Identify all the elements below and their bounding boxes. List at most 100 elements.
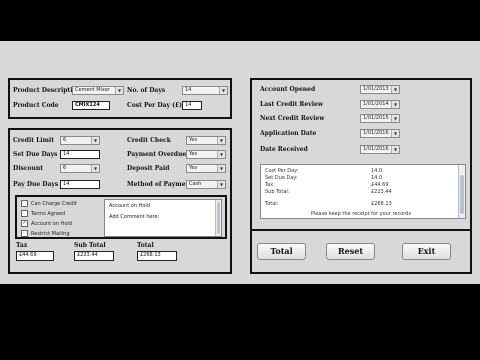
scrollbar-thumb[interactable] (217, 202, 220, 234)
account-opened-value: 1/01/2013 (363, 86, 389, 92)
chevron-down-icon: ▼ (391, 86, 399, 93)
tax-field[interactable]: £44.69 (16, 251, 54, 261)
tax-label: Tax (16, 242, 28, 249)
chevron-down-icon: ▼ (115, 87, 123, 94)
payment-method-select[interactable]: Cash ▼ (186, 180, 226, 189)
chevron-down-icon: ▼ (217, 181, 225, 188)
pay-due-days-field[interactable]: 14 (60, 180, 100, 189)
checkbox-box (21, 200, 28, 207)
chevron-down-icon: ▼ (391, 115, 399, 122)
set-due-days-label: Set Due Days (13, 151, 58, 158)
last-credit-review-select[interactable]: 1/01/2014 ▼ (360, 100, 400, 109)
receipt-value: £223.44 (371, 189, 392, 195)
set-due-days-value: 14 (63, 151, 70, 157)
account-on-hold-checkbox[interactable]: ✓ Account on Hold (21, 220, 72, 227)
last-credit-review-label: Last Credit Review (260, 101, 323, 108)
payment-method-label: Method of Payment (127, 181, 193, 188)
application-date-select[interactable]: 1/01/2016 ▼ (360, 129, 400, 138)
days-select[interactable]: 14 ▼ (182, 86, 228, 95)
chevron-down-icon: ▼ (217, 151, 225, 158)
subtotal-field[interactable]: £223.44 (74, 251, 114, 261)
account-opened-label: Account Opened (260, 86, 316, 93)
application-date-value: 1/01/2016 (363, 130, 389, 136)
options-group: Can Charge Credit Terms Agreed ✓ Account … (15, 195, 227, 239)
product-code-value: CMIX124 (75, 102, 100, 108)
receipt-scrollbar[interactable] (458, 165, 465, 218)
subtotal-value: £223.44 (77, 252, 98, 258)
credit-check-label: Credit Check (127, 137, 171, 144)
app-window: Product Description Cement Mixer ▼ No. o… (0, 41, 480, 284)
product-description-value: Cement Mixer (75, 87, 110, 93)
payment-method-value: Cash (189, 181, 202, 187)
payment-overdue-label: Payment Overdue (127, 151, 187, 158)
receipt-textarea[interactable]: Cost Per Day: 14.0 Set Due Day: 14.0 Tax: £… (260, 164, 466, 219)
subtotal-label: Sub Total (74, 242, 106, 249)
chevron-down-icon: ▼ (391, 130, 399, 137)
chevron-down-icon: ▼ (217, 165, 225, 172)
receipt-footer: Please keep the receipt for your records (310, 211, 412, 217)
chevron-down-icon: ▼ (91, 137, 99, 144)
total-button[interactable]: Total (257, 243, 306, 260)
receipt-key: Tax: (265, 182, 275, 188)
checkbox-box (21, 210, 28, 217)
cost-per-day-field[interactable]: 14 (182, 101, 202, 110)
can-charge-credit-label: Can Charge Credit (31, 201, 77, 207)
receipt-value: £268.13 (371, 201, 392, 207)
date-received-value: 1/01/2016 (363, 146, 389, 152)
set-due-days-field[interactable]: 14 (60, 150, 100, 159)
payment-overdue-value: Yes (189, 151, 198, 157)
receipt-value: 14.0 (371, 168, 383, 174)
chevron-down-icon: ▼ (217, 137, 225, 144)
credit-panel: Credit Limit 6 ▼ Set Due Days 14 Discount… (8, 128, 232, 274)
discount-value: 6 (63, 165, 67, 171)
terms-agreed-checkbox[interactable]: Terms Agreed (21, 210, 65, 217)
receipt-key: Cost Per Day: (265, 168, 299, 174)
credit-limit-label: Credit Limit (13, 137, 54, 144)
total-value: £268.13 (140, 252, 161, 258)
discount-select[interactable]: 6 ▼ (60, 164, 100, 173)
restrict-mailing-checkbox[interactable]: Restrict Mailing (21, 230, 70, 237)
receipt-value: 14.0 (371, 175, 383, 181)
pay-due-days-label: Pay Due Days (13, 181, 59, 188)
total-field[interactable]: £268.13 (137, 251, 177, 261)
account-opened-select[interactable]: 1/01/2013 ▼ (360, 85, 400, 94)
cost-per-day-label: Cost Per Day (£) (127, 102, 182, 109)
product-description-label: Product Description (13, 87, 81, 94)
comment-textarea[interactable]: Account on Hold Add Comment here: (104, 199, 222, 237)
discount-label: Discount (13, 165, 44, 172)
credit-check-value: Yes (189, 137, 198, 143)
product-code-field[interactable]: CMIX124 (72, 101, 110, 110)
check-icon: ✓ (21, 220, 28, 227)
restrict-mailing-label: Restrict Mailing (31, 231, 70, 237)
can-charge-credit-checkbox[interactable]: Can Charge Credit (21, 200, 77, 207)
cost-per-day-value: 14 (185, 102, 192, 108)
credit-limit-select[interactable]: 6 ▼ (60, 136, 100, 145)
next-credit-review-select[interactable]: 1/01/2015 ▼ (360, 114, 400, 123)
terms-agreed-label: Terms Agreed (31, 211, 66, 217)
pay-due-days-value: 14 (63, 181, 70, 187)
next-credit-review-value: 1/01/2015 (363, 115, 389, 121)
product-description-select[interactable]: Cement Mixer ▼ (72, 86, 124, 95)
date-received-select[interactable]: 1/01/2016 ▼ (360, 145, 400, 154)
credit-limit-value: 6 (63, 137, 67, 143)
reset-button[interactable]: Reset (326, 243, 375, 260)
deposit-paid-label: Deposit Paid (127, 165, 170, 172)
last-credit-review-value: 1/01/2014 (363, 101, 389, 107)
days-label: No. of Days (127, 87, 166, 94)
tax-value: £44.69 (19, 252, 37, 258)
application-date-label: Application Date (260, 130, 317, 137)
total-label: Total (137, 242, 154, 249)
payment-overdue-select[interactable]: Yes ▼ (186, 150, 226, 159)
scrollbar-thumb[interactable] (460, 175, 464, 214)
exit-button[interactable]: Exit (402, 243, 451, 260)
buttons-panel: Total Reset Exit (250, 229, 472, 274)
checkbox-box (21, 230, 28, 237)
days-value: 14 (185, 87, 192, 93)
credit-check-select[interactable]: Yes ▼ (186, 136, 226, 145)
date-received-label: Date Received (260, 146, 308, 153)
receipt-key: Total: (265, 201, 279, 207)
deposit-paid-value: Yes (189, 165, 198, 171)
deposit-paid-select[interactable]: Yes ▼ (186, 164, 226, 173)
receipt-key: Set Due Day: (265, 175, 298, 181)
comment-scrollbar[interactable] (215, 200, 221, 236)
